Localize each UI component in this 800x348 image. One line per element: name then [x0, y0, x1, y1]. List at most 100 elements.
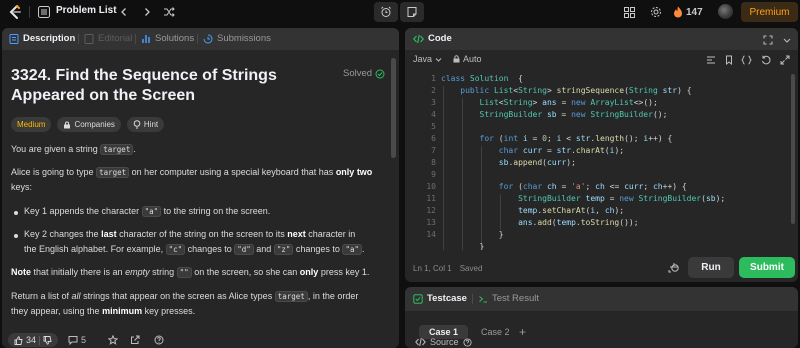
code-scrollbar[interactable]	[791, 74, 795, 224]
code-line: 13 ans.add(temp.toString());	[405, 218, 798, 230]
timer-button[interactable]	[374, 2, 398, 22]
line-number: 4	[431, 110, 436, 119]
code-line: 7 char curr = str.charAt(i);	[405, 146, 798, 158]
line-number: 13	[426, 218, 436, 227]
tab-description-label: Description	[23, 33, 76, 44]
comments-button[interactable]: 5	[68, 335, 86, 345]
premium-button[interactable]: Premium	[741, 2, 798, 22]
align-icon[interactable]	[705, 54, 716, 65]
line-number: 14	[426, 230, 436, 239]
autosave-indicator[interactable]: Auto	[453, 54, 482, 64]
tab-test-result[interactable]: Test Result	[478, 293, 539, 304]
problem-title-line1: 3324. Find the Sequence of Strings	[11, 67, 277, 84]
leetcode-logo-icon[interactable]	[7, 4, 23, 20]
notes-button[interactable]	[400, 2, 424, 22]
code-panel: Code Java Auto 1 class Solution {2 publ…	[405, 28, 798, 282]
grid-apps-icon[interactable]	[622, 5, 636, 19]
run-button[interactable]: Run	[688, 257, 734, 278]
settings-gear-icon[interactable]	[649, 5, 663, 19]
chevron-down-icon	[435, 57, 442, 62]
fullscreen-icon[interactable]	[779, 54, 790, 65]
code-line: 5	[405, 122, 798, 134]
description-scrollbar[interactable]	[391, 58, 396, 158]
editor-status-bar: Ln 1, Col 1 Saved	[413, 264, 482, 273]
add-case-button[interactable]: +	[515, 325, 530, 339]
note-icon	[407, 7, 417, 17]
chevron-left-icon[interactable]	[117, 5, 131, 19]
line-number: 12	[426, 206, 436, 215]
description-paragraph-1: You are given a string target.	[11, 144, 136, 155]
line-number: 5	[431, 122, 436, 131]
streak-counter[interactable]: 147	[673, 3, 703, 21]
source-label: Source	[430, 337, 459, 347]
code-text: public List<String> stringSequence(Strin…	[460, 86, 692, 95]
reset-icon[interactable]	[760, 54, 771, 65]
code-tab[interactable]: Code	[413, 33, 452, 44]
language-select[interactable]: Java	[413, 54, 442, 64]
favorite-button[interactable]	[108, 335, 118, 345]
line-number: 6	[431, 134, 436, 143]
terminal-icon	[479, 295, 487, 302]
difficulty-badge[interactable]: Medium	[11, 117, 52, 132]
thumbs-up-icon	[14, 335, 23, 345]
collapse-icon[interactable]	[781, 34, 792, 45]
code-line: 12 temp.setCharAt(i, ch);	[405, 206, 798, 218]
line-number: 10	[426, 182, 436, 191]
testcase-label: Testcase	[427, 293, 467, 304]
code-line: }	[405, 242, 798, 250]
shuffle-icon[interactable]	[162, 5, 176, 19]
code-line: 3 List<String> ans = new ArrayList<>();	[405, 98, 798, 110]
tab-editorial-label: Editorial	[98, 33, 133, 44]
expand-icon[interactable]	[762, 34, 773, 45]
code-line: 14 }	[405, 230, 798, 242]
lock-icon	[453, 55, 460, 63]
problem-title-line2: Appeared on the Screen	[11, 87, 196, 104]
tab-submissions[interactable]: Submissions	[203, 33, 271, 44]
description-footer: 34 5	[2, 332, 399, 348]
hint-label: Hint	[143, 120, 159, 129]
bookmark-icon[interactable]	[723, 54, 734, 65]
star-icon	[108, 335, 118, 345]
hint-chip[interactable]: Hint	[126, 117, 165, 132]
problem-list-link[interactable]: Problem List	[56, 5, 117, 16]
bullet-dot	[14, 234, 18, 238]
description-tabs: Description Editorial Solutions Submissi…	[2, 28, 399, 50]
code-line: 10 for (char ch = 'a'; ch <= curr; ch++)…	[405, 182, 798, 194]
problem-tags: Medium Companies Hint	[11, 117, 165, 132]
code-text: char curr = str.charAt(i);	[498, 146, 625, 155]
bullet-dot	[14, 211, 18, 215]
description-paragraph-2: Alice is going to type target on her com…	[11, 167, 373, 192]
tab-description[interactable]: Description	[9, 33, 75, 44]
streak-count: 147	[686, 6, 703, 18]
tab-testcase[interactable]: Testcase	[413, 293, 467, 304]
code-line: 2 public List<String> stringSequence(Str…	[405, 86, 798, 98]
line-number: 7	[431, 146, 436, 155]
tab-solutions[interactable]: Solutions	[141, 33, 194, 44]
code-line: 1 class Solution {	[405, 74, 798, 86]
line-number: 9	[431, 170, 436, 179]
case-tab-2[interactable]: Case 2	[471, 325, 520, 339]
code-header: Code	[405, 28, 798, 50]
tab-separator	[472, 294, 473, 304]
problem-list-icon[interactable]	[38, 6, 50, 18]
upvote-button[interactable]: 34	[8, 333, 59, 347]
submit-button[interactable]: Submit	[739, 257, 795, 278]
help-button[interactable]	[154, 335, 164, 345]
code-tab-label: Code	[428, 33, 452, 44]
code-editor[interactable]: 1 class Solution {2 public List<String> s…	[405, 74, 798, 250]
lock-icon	[64, 121, 71, 128]
user-avatar[interactable]	[718, 4, 733, 19]
format-braces-icon[interactable]	[741, 54, 752, 65]
code-text: }	[441, 230, 504, 239]
tab-separator	[135, 34, 136, 44]
testcase-panel: Testcase Test Result Case 1 Case 2 + Sou…	[405, 287, 798, 348]
tab-editorial[interactable]: Editorial	[84, 33, 132, 44]
debug-icon[interactable]	[668, 261, 680, 273]
companies-chip[interactable]: Companies	[57, 117, 121, 132]
share-button[interactable]	[130, 335, 140, 345]
testcase-header: Testcase Test Result	[405, 287, 798, 311]
alarm-clock-icon	[381, 6, 391, 17]
chevron-right-icon[interactable]	[140, 5, 154, 19]
code-toolbar: Java Auto	[405, 50, 798, 68]
test-result-label: Test Result	[492, 293, 539, 304]
